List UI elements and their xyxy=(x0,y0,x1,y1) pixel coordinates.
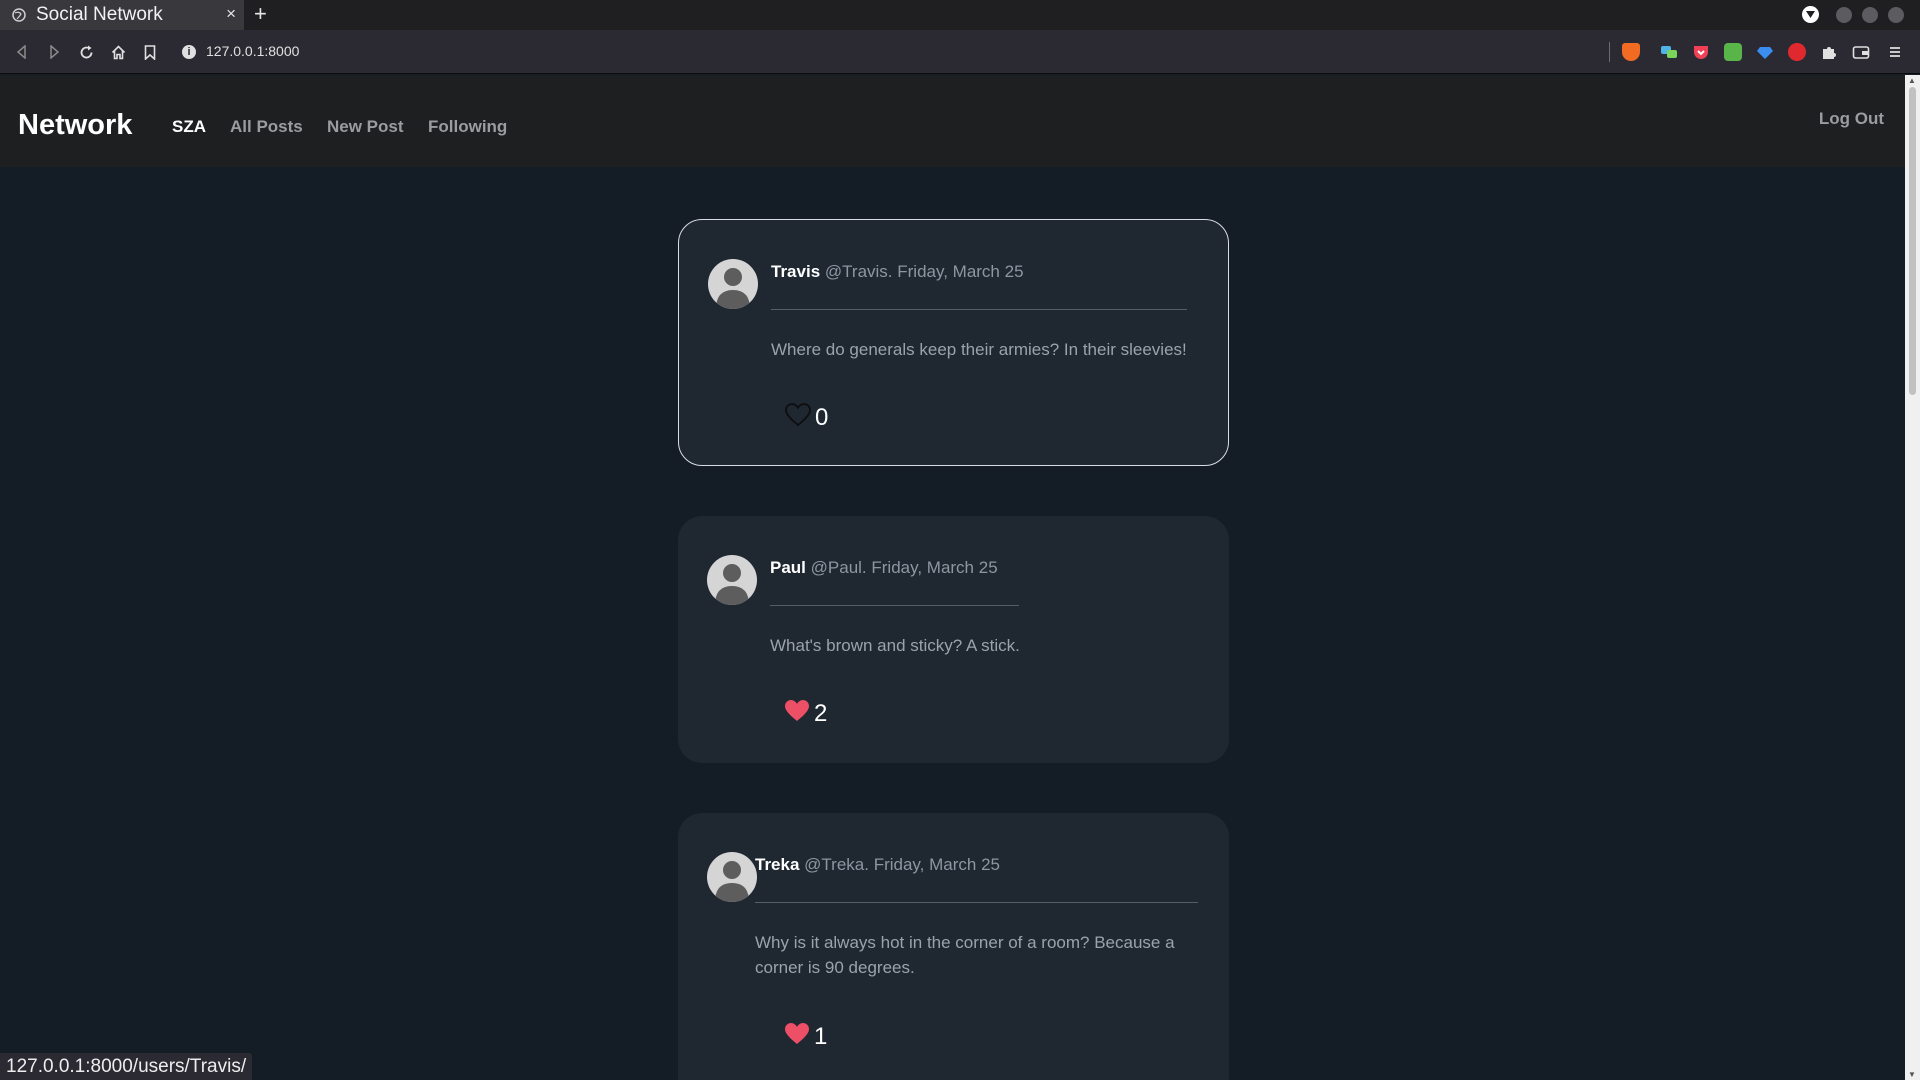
post-content: What's brown and sticky? A stick. xyxy=(770,636,1020,655)
post-content: Where do generals keep their armies? In … xyxy=(771,340,1187,359)
address-bar[interactable]: 127.0.0.1:8000 xyxy=(206,43,299,59)
pocket-extension-icon[interactable] xyxy=(1692,43,1710,61)
like-count: 0 xyxy=(815,403,829,431)
site-navbar: Network SZA All Posts New Post Following… xyxy=(0,75,1905,167)
bookmark-icon[interactable] xyxy=(140,42,160,62)
like-count: 1 xyxy=(814,1022,828,1050)
post-author[interactable]: Treka xyxy=(755,855,799,874)
default-avatar-icon[interactable] xyxy=(708,259,758,309)
post-header: Treka @Treka. Friday, March 25 xyxy=(755,855,1000,875)
gem-extension-icon[interactable] xyxy=(1756,43,1774,61)
like-button[interactable]: 2 xyxy=(784,699,827,728)
tab-title: Social Network xyxy=(36,4,163,25)
page-scrollbar[interactable]: ▲ ▼ xyxy=(1905,75,1920,1080)
post-divider xyxy=(770,605,1019,606)
logout-link[interactable]: Log Out xyxy=(1819,109,1884,129)
like-button[interactable]: 0 xyxy=(785,403,828,432)
browser-toolbar: i 127.0.0.1:8000 xyxy=(0,30,1920,74)
post-meta: @Travis. Friday, March 25 xyxy=(824,262,1024,281)
scroll-down-arrow-icon[interactable]: ▼ xyxy=(1908,1070,1916,1079)
toolbar-separator xyxy=(1609,42,1610,62)
heart-icon[interactable] xyxy=(784,699,810,728)
close-window-button[interactable] xyxy=(1888,7,1904,23)
red-extension-icon[interactable] xyxy=(1788,43,1806,61)
like-button[interactable]: 1 xyxy=(784,1022,827,1051)
minimize-window-button[interactable] xyxy=(1836,7,1852,23)
translate-extension-icon[interactable] xyxy=(1660,43,1678,61)
nav-link-following[interactable]: Following xyxy=(428,117,507,137)
post-meta: @Treka. Friday, March 25 xyxy=(804,855,1000,874)
scrollbar-thumb[interactable] xyxy=(1909,87,1916,395)
post-meta: @Paul. Friday, March 25 xyxy=(810,558,998,577)
home-icon[interactable] xyxy=(108,42,128,62)
post-divider xyxy=(771,309,1187,310)
site-brand[interactable]: Network xyxy=(18,109,132,142)
green-extension-icon[interactable] xyxy=(1724,43,1742,61)
new-tab-button[interactable]: + xyxy=(254,1,267,27)
tab-close-icon[interactable]: × xyxy=(226,4,236,24)
heart-icon[interactable] xyxy=(785,403,811,432)
browser-tab[interactable]: Social Network × xyxy=(0,0,244,30)
post-divider xyxy=(755,902,1198,903)
post-author[interactable]: Travis xyxy=(771,262,820,281)
back-arrow-icon[interactable] xyxy=(12,42,32,62)
post-card: Travis @Travis. Friday, March 25 Where d… xyxy=(678,219,1229,466)
post-content: Why is it always hot in the corner of a … xyxy=(755,933,1175,977)
scroll-up-arrow-icon[interactable]: ▲ xyxy=(1908,76,1916,85)
post-author[interactable]: Paul xyxy=(770,558,806,577)
browser-tab-bar: Social Network × + xyxy=(0,0,1920,30)
reload-icon[interactable] xyxy=(76,42,96,62)
forward-arrow-icon[interactable] xyxy=(44,42,64,62)
maximize-window-button[interactable] xyxy=(1862,7,1878,23)
nav-link-all-posts[interactable]: All Posts xyxy=(230,117,303,137)
page-viewport: Network SZA All Posts New Post Following… xyxy=(0,75,1905,1080)
status-bar-url: 127.0.0.1:8000/users/Travis/ xyxy=(0,1053,253,1080)
heart-icon[interactable] xyxy=(784,1022,810,1051)
default-avatar-icon[interactable] xyxy=(707,555,757,605)
like-count: 2 xyxy=(814,699,828,727)
puzzle-extensions-icon[interactable] xyxy=(1820,43,1838,61)
site-info-icon[interactable]: i xyxy=(182,45,196,59)
tab-list-dropdown-icon[interactable] xyxy=(1802,6,1819,23)
globe-icon xyxy=(12,8,26,22)
nav-link-new-post[interactable]: New Post xyxy=(327,117,404,137)
post-header: Travis @Travis. Friday, March 25 xyxy=(771,262,1024,282)
post-card: Treka @Treka. Friday, March 25 Why is it… xyxy=(678,813,1229,1080)
brave-shield-icon[interactable] xyxy=(1622,43,1640,61)
post-card: Paul @Paul. Friday, March 25 What's brow… xyxy=(678,516,1229,763)
wallet-icon[interactable] xyxy=(1852,43,1870,61)
hamburger-menu-icon[interactable] xyxy=(1886,43,1904,61)
default-avatar-icon[interactable] xyxy=(707,852,757,902)
nav-link-profile[interactable]: SZA xyxy=(172,117,206,137)
post-header: Paul @Paul. Friday, March 25 xyxy=(770,558,998,578)
